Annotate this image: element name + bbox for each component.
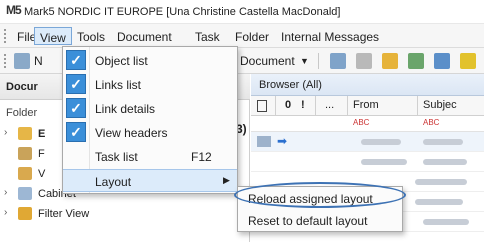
tree-item-label: F: [38, 148, 45, 160]
column-separator[interactable]: [347, 96, 348, 116]
column-more[interactable]: ...: [325, 99, 334, 111]
redacted-text: [415, 199, 463, 205]
tree-item-label: E: [38, 128, 46, 140]
redacted-text: [423, 159, 467, 165]
message-icon: [257, 136, 271, 147]
toolbar-document-dropdown[interactable]: Document: [240, 54, 295, 68]
view-menu-dropdown: ✓ Object list ✓ Links list ✓ Link detail…: [62, 46, 238, 194]
column-from[interactable]: From: [353, 99, 379, 111]
table-row[interactable]: ➡: [251, 132, 484, 152]
tree-item-label: Filter View: [38, 208, 90, 220]
title-bar: M5 Mark5 NORDIC IT EUROPE [Una Christine…: [0, 0, 484, 24]
key-icon[interactable]: [382, 53, 398, 69]
highlight-callout-ellipse: [234, 182, 406, 208]
shortcut-label: F12: [191, 150, 212, 164]
table-row[interactable]: [251, 152, 484, 172]
cabinet-icon[interactable]: [356, 53, 372, 69]
menu-item-reset-default-layout[interactable]: Reset to default layout: [238, 210, 402, 232]
document-pane-title: Docur: [6, 81, 38, 93]
menu-tools[interactable]: Tools: [72, 27, 110, 45]
redacted-text: [361, 139, 401, 145]
cabinet-icon: [18, 187, 32, 200]
priority-icon[interactable]: !: [301, 99, 305, 111]
menu-item-label: Links list: [95, 78, 142, 92]
menu-bar: File View Tools Document Task Folder Int…: [0, 24, 484, 48]
folder-icon: [18, 167, 32, 180]
document-type-icon[interactable]: [257, 100, 267, 112]
window-title: Mark5 NORDIC IT EUROPE [Una Christine Ca…: [24, 6, 341, 18]
expand-arrow-icon[interactable]: ›: [4, 187, 7, 198]
menu-item-label: Link details: [95, 102, 156, 116]
tree-item[interactable]: › Filter View: [0, 204, 250, 224]
filter-row: ABC ABC: [251, 116, 484, 132]
menu-internal-messages[interactable]: Internal Messages: [276, 27, 384, 45]
menu-item-link-details[interactable]: ✓ Link details: [63, 97, 237, 120]
menu-item-layout[interactable]: Layout ▶: [63, 169, 237, 192]
browser-tab[interactable]: Browser (All): [251, 74, 484, 96]
menu-item-view-headers[interactable]: ✓ View headers: [63, 121, 237, 144]
toolbar-grip[interactable]: [4, 54, 7, 68]
toolbar-new-label[interactable]: N: [34, 54, 43, 68]
menu-document[interactable]: Document: [112, 27, 177, 45]
checkmark-icon: ✓: [66, 74, 86, 94]
menu-folder[interactable]: Folder: [230, 27, 274, 45]
menu-item-label: Layout: [95, 175, 132, 189]
filter-icon[interactable]: ABC: [423, 118, 439, 127]
column-separator[interactable]: [315, 96, 316, 116]
expand-arrow-icon[interactable]: ›: [4, 127, 7, 138]
column-separator[interactable]: [275, 96, 276, 116]
redacted-text: [361, 159, 407, 165]
menu-item-task-list[interactable]: Task list F12: [63, 145, 237, 168]
column-subject[interactable]: Subjec: [423, 99, 457, 111]
redacted-text: [423, 139, 463, 145]
filter-folder-icon: [18, 207, 32, 220]
new-document-icon[interactable]: [14, 53, 30, 69]
arrow-right-icon: ➡: [277, 134, 288, 148]
filter-icon[interactable]: ABC: [353, 118, 369, 127]
menu-item-label: Object list: [95, 54, 148, 68]
toolbar-separator: [318, 53, 319, 69]
attachment-icon[interactable]: 0: [285, 99, 291, 111]
app-logo: M5: [6, 3, 22, 17]
folder-label: Folder: [6, 107, 38, 119]
chevron-down-icon[interactable]: ▼: [300, 56, 309, 66]
properties-icon[interactable]: [330, 53, 346, 69]
menubar-grip[interactable]: [4, 29, 7, 43]
column-header-row: 0 ! ... From Subjec: [251, 96, 484, 116]
menu-view[interactable]: View: [34, 27, 72, 45]
tree-item-label: V: [38, 168, 46, 180]
expand-arrow-icon[interactable]: ›: [4, 207, 7, 218]
menu-item-label: View headers: [95, 126, 168, 140]
export-icon[interactable]: [434, 53, 450, 69]
document-icon: [18, 147, 32, 160]
checkmark-icon: ✓: [66, 98, 86, 118]
tree-icon[interactable]: [408, 53, 424, 69]
browser-tab-label: Browser (All): [259, 79, 322, 91]
redacted-text: [423, 219, 469, 225]
submenu-arrow-icon: ▶: [223, 175, 230, 185]
menu-item-label: Reset to default layout: [248, 214, 368, 228]
folder-icon: [18, 127, 32, 140]
column-separator[interactable]: [417, 96, 418, 116]
menu-item-label: Task list: [95, 150, 138, 164]
checkmark-icon: ✓: [66, 50, 86, 70]
checkmark-icon: ✓: [66, 122, 86, 142]
highlight-icon[interactable]: [460, 53, 476, 69]
redacted-text: [415, 179, 467, 185]
menu-task[interactable]: Task: [190, 27, 225, 45]
menu-item-links-list[interactable]: ✓ Links list: [63, 73, 237, 96]
menu-item-object-list[interactable]: ✓ Object list: [63, 49, 237, 72]
